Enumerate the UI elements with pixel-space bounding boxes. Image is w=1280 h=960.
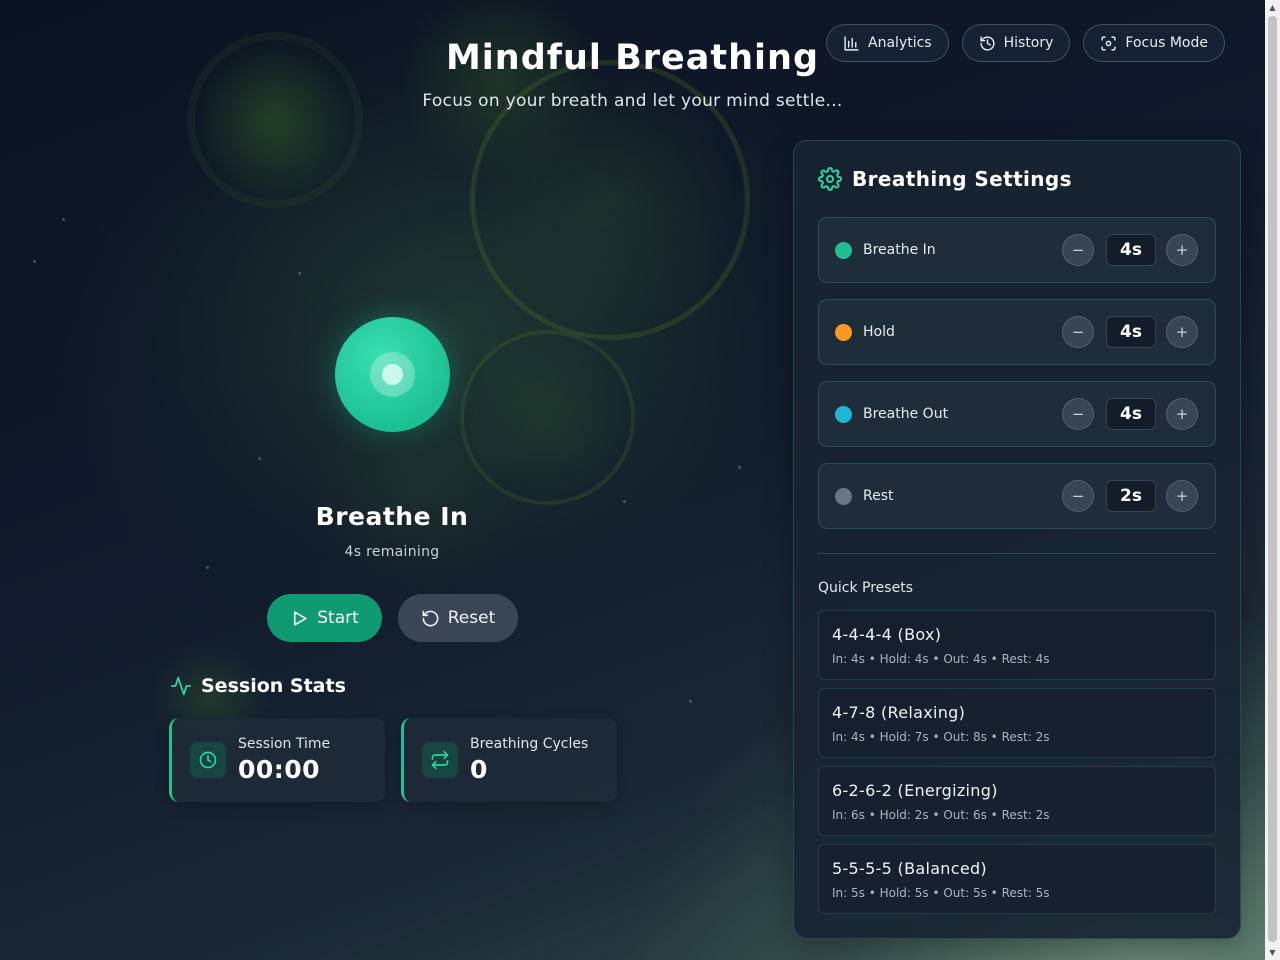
- session-time-value: 00:00: [238, 755, 321, 784]
- preset-description: In: 4s • Hold: 4s • Out: 4s • Rest: 4s: [832, 652, 1050, 666]
- preset-name: 5-5-5-5 (Balanced): [832, 859, 987, 878]
- breathing-orb: [335, 317, 450, 432]
- page-scrollbar[interactable]: ▲ ▼: [1265, 0, 1280, 960]
- setting-row-rest: Rest − 2s +: [818, 463, 1216, 529]
- preset-name: 4-7-8 (Relaxing): [832, 703, 966, 722]
- breathing-cycles-card: Breathing Cycles 0: [401, 718, 617, 802]
- decrease-breathe-in-button[interactable]: −: [1062, 234, 1094, 266]
- clock-icon: [190, 742, 226, 778]
- start-button-label: Start: [317, 608, 359, 628]
- setting-row-breathe-out: Breathe Out − 4s +: [818, 381, 1216, 447]
- setting-row-breathe-in: Breathe In − 4s +: [818, 217, 1216, 283]
- play-icon: [294, 610, 307, 626]
- session-stats-heading: Session Stats: [170, 675, 346, 697]
- focus-mode-button-label: Focus Mode: [1125, 35, 1208, 51]
- analytics-button[interactable]: Analytics: [826, 24, 949, 62]
- activity-icon: [170, 676, 192, 696]
- bar-chart-icon: [844, 35, 859, 51]
- hold-duration: 4s: [1106, 316, 1156, 348]
- session-time-card: Session Time 00:00: [169, 718, 385, 802]
- phase-remaining: 4s remaining: [344, 544, 440, 560]
- increase-breathe-in-button[interactable]: +: [1166, 234, 1198, 266]
- increase-hold-button[interactable]: +: [1166, 316, 1198, 348]
- preset-box[interactable]: 4-4-4-4 (Box) In: 4s • Hold: 4s • Out: 4…: [818, 610, 1216, 680]
- increase-rest-button[interactable]: +: [1166, 480, 1198, 512]
- phase-color-dot: [835, 324, 852, 341]
- breathing-cycles-label: Breathing Cycles: [470, 736, 589, 752]
- background-star: [206, 566, 209, 569]
- settings-heading: Breathing Settings: [818, 167, 1072, 191]
- background-bubble: [460, 330, 635, 505]
- page-header: Mindful Breathing Focus on your breath a…: [0, 0, 1265, 130]
- background-star: [689, 700, 692, 703]
- increase-breathe-out-button[interactable]: +: [1166, 398, 1198, 430]
- breathing-settings-panel: Breathing Settings Breathe In − 4s + Hol…: [793, 140, 1241, 939]
- preset-energizing[interactable]: 6-2-6-2 (Energizing) In: 6s • Hold: 2s •…: [818, 766, 1216, 836]
- history-button[interactable]: History: [961, 24, 1071, 62]
- history-button-label: History: [1003, 35, 1054, 51]
- focus-mode-button[interactable]: Focus Mode: [1083, 24, 1225, 62]
- breathe-in-duration: 4s: [1106, 234, 1156, 266]
- reset-button[interactable]: Reset: [398, 594, 518, 642]
- preset-description: In: 6s • Hold: 2s • Out: 6s • Rest: 2s: [832, 808, 1050, 822]
- breathe-out-duration: 4s: [1106, 398, 1156, 430]
- phase-color-dot: [835, 406, 852, 423]
- breathing-cycles-value: 0: [470, 755, 488, 784]
- history-icon: [980, 35, 995, 51]
- focus-icon: [1101, 35, 1117, 51]
- decrease-breathe-out-button[interactable]: −: [1062, 398, 1094, 430]
- preset-balanced[interactable]: 5-5-5-5 (Balanced) In: 5s • Hold: 5s • O…: [818, 844, 1216, 914]
- settings-title: Breathing Settings: [852, 167, 1072, 191]
- scroll-up-icon[interactable]: ▲: [1265, 0, 1280, 15]
- setting-label: Hold: [863, 324, 895, 340]
- preset-description: In: 5s • Hold: 5s • Out: 5s • Rest: 5s: [832, 886, 1050, 900]
- preset-description: In: 4s • Hold: 7s • Out: 8s • Rest: 2s: [832, 730, 1050, 744]
- preset-name: 4-4-4-4 (Box): [832, 625, 942, 644]
- gear-icon: [818, 167, 842, 191]
- background-star: [62, 218, 65, 221]
- repeat-icon: [422, 742, 458, 778]
- panel-divider: [818, 553, 1216, 554]
- session-time-label: Session Time: [238, 736, 331, 752]
- scroll-down-icon[interactable]: ▼: [1265, 945, 1280, 960]
- reset-button-label: Reset: [447, 608, 496, 628]
- background-star: [738, 466, 741, 469]
- background-star: [33, 260, 36, 263]
- session-stats-title: Session Stats: [201, 675, 346, 697]
- decrease-hold-button[interactable]: −: [1062, 316, 1094, 348]
- setting-row-hold: Hold − 4s +: [818, 299, 1216, 365]
- phase-label: Breathe In: [315, 502, 469, 531]
- preset-name: 6-2-6-2 (Energizing): [832, 781, 998, 800]
- reset-icon: [422, 610, 439, 626]
- decrease-rest-button[interactable]: −: [1062, 480, 1094, 512]
- background-star: [298, 272, 301, 275]
- rest-duration: 2s: [1106, 480, 1156, 512]
- phase-color-dot: [835, 242, 852, 259]
- preset-relaxing[interactable]: 4-7-8 (Relaxing) In: 4s • Hold: 7s • Out…: [818, 688, 1216, 758]
- scrollbar-thumb[interactable]: [1268, 16, 1277, 942]
- quick-presets-label: Quick Presets: [818, 580, 913, 596]
- start-button[interactable]: Start: [267, 594, 382, 642]
- top-nav: Analytics History Focus Mode: [826, 24, 1225, 62]
- page-subtitle: Focus on your breath and let your mind s…: [422, 91, 843, 111]
- orb-core: [382, 364, 403, 385]
- analytics-button-label: Analytics: [868, 35, 932, 51]
- background-star: [623, 500, 626, 503]
- setting-label: Breathe Out: [863, 406, 949, 422]
- phase-color-dot: [835, 488, 852, 505]
- background-star: [258, 457, 261, 460]
- setting-label: Rest: [863, 488, 894, 504]
- setting-label: Breathe In: [863, 242, 936, 258]
